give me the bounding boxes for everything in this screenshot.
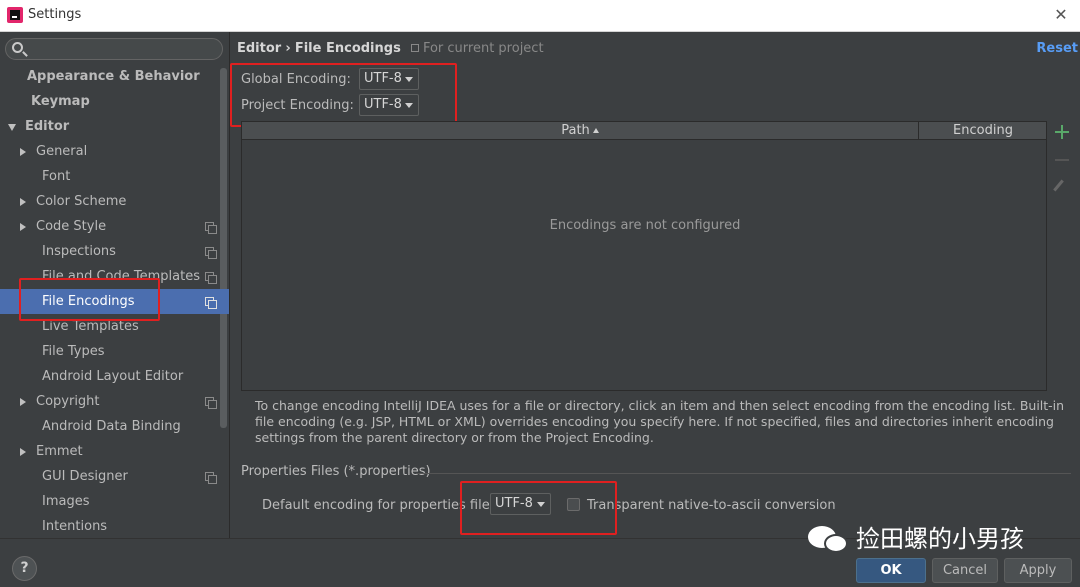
search-input[interactable]	[5, 38, 223, 60]
sidebar-item-general[interactable]: General	[0, 139, 220, 164]
sort-ascending-icon	[592, 128, 599, 133]
sidebar-item-intentions[interactable]: Intentions	[0, 514, 220, 538]
sidebar-item-file-types[interactable]: File Types	[0, 339, 220, 364]
sidebar-item-images[interactable]: Images	[0, 489, 220, 514]
sidebar-item-keymap[interactable]: Keymap	[31, 89, 90, 114]
expand-arrow-icon[interactable]	[8, 124, 16, 131]
collapse-arrow-icon[interactable]	[20, 398, 26, 406]
project-scope-icon	[205, 397, 217, 409]
help-button[interactable]: ?	[12, 556, 37, 581]
properties-section-title: Properties Files (*.properties)	[241, 464, 431, 479]
table-header: Path Encoding	[242, 122, 1046, 140]
breadcrumb: Editor › File Encodings For current proj…	[237, 41, 544, 56]
close-icon[interactable]: ✕	[1050, 4, 1072, 26]
sidebar-item-color-scheme[interactable]: Color Scheme	[0, 189, 220, 214]
highlight-box-sidebar	[19, 278, 160, 321]
watermark: 捡田螺的小男孩	[808, 522, 1068, 556]
cancel-button[interactable]: Cancel	[932, 558, 998, 583]
breadcrumb-parent: Editor	[237, 41, 282, 56]
settings-main-panel: Editor › File Encodings For current proj…	[230, 32, 1080, 538]
collapse-arrow-icon[interactable]	[20, 223, 26, 231]
table-toolbar	[1049, 121, 1075, 391]
sidebar-item-android-data-binding[interactable]: Android Data Binding	[0, 414, 220, 439]
sidebar-item-inspections[interactable]: Inspections	[0, 239, 229, 264]
section-divider	[417, 473, 1071, 474]
sidebar-item-gui-designer[interactable]: GUI Designer	[0, 464, 229, 489]
table-empty-message: Encodings are not configured	[549, 218, 741, 233]
column-header-path[interactable]: Path	[242, 122, 919, 140]
native-to-ascii-label[interactable]: Transparent native-to-ascii conversion	[587, 498, 836, 513]
sidebar-item-code-style[interactable]: Code Style	[0, 214, 229, 239]
collapse-arrow-icon[interactable]	[20, 148, 26, 156]
watermark-text: 捡田螺的小男孩	[856, 525, 1024, 553]
project-scope-icon	[205, 272, 217, 284]
project-scope-icon	[205, 472, 217, 484]
sidebar-item-emmet[interactable]: Emmet	[0, 439, 220, 464]
title-bar: Settings ✕	[0, 0, 1080, 32]
project-scope-icon	[410, 44, 419, 52]
reset-link[interactable]: Reset	[1036, 41, 1078, 56]
collapse-arrow-icon[interactable]	[20, 198, 26, 206]
sidebar-item-font[interactable]: Font	[0, 164, 220, 189]
apply-button[interactable]: Apply	[1004, 558, 1072, 583]
intellij-app-icon	[7, 7, 23, 23]
add-icon[interactable]	[1055, 125, 1069, 139]
sidebar-item-editor[interactable]: Editor	[0, 114, 220, 139]
breadcrumb-scope-label: For current project	[422, 41, 544, 56]
breadcrumb-separator: ›	[285, 41, 291, 56]
column-header-encoding[interactable]: Encoding	[920, 122, 1046, 140]
sidebar-item-copyright[interactable]: Copyright	[0, 389, 229, 414]
encoding-help-text: To change encoding IntelliJ IDEA uses fo…	[255, 398, 1065, 445]
highlight-box-properties	[460, 481, 617, 535]
highlight-box-encodings	[230, 63, 457, 127]
encodings-table[interactable]: Path Encoding Encodings are not configur…	[241, 121, 1047, 391]
project-scope-icon	[205, 247, 217, 259]
search-icon	[12, 42, 23, 53]
edit-icon[interactable]	[1053, 179, 1064, 192]
remove-icon[interactable]	[1055, 159, 1069, 161]
wechat-icon-bubble	[824, 534, 848, 553]
project-scope-icon	[205, 297, 217, 309]
breadcrumb-scope: For current project	[410, 41, 544, 56]
settings-sidebar: Appearance & Behavior Keymap Editor Gene…	[0, 32, 230, 538]
window-title: Settings	[28, 7, 82, 22]
collapse-arrow-icon[interactable]	[20, 448, 26, 456]
breadcrumb-current: File Encodings	[294, 41, 401, 56]
ok-button[interactable]: OK	[856, 558, 926, 583]
sidebar-item-appearance-behavior[interactable]: Appearance & Behavior	[27, 64, 200, 89]
sidebar-item-android-layout-editor[interactable]: Android Layout Editor	[0, 364, 220, 389]
project-scope-icon	[205, 222, 217, 234]
